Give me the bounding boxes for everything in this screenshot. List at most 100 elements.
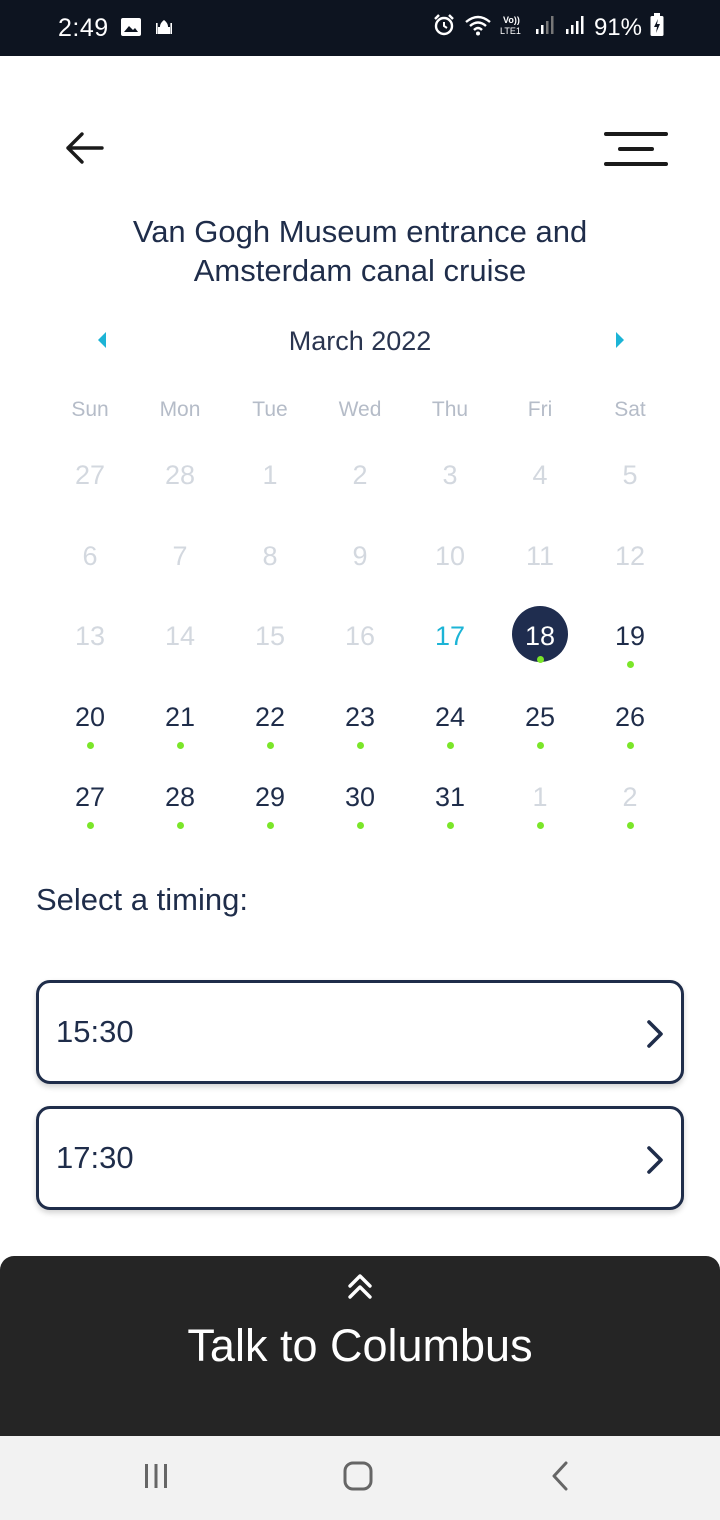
- availability-dot: [357, 822, 364, 829]
- prev-month-button[interactable]: [88, 326, 116, 358]
- wifi-icon: [464, 14, 492, 41]
- calendar-day-number: 27: [74, 460, 106, 490]
- availability-dot: [267, 741, 274, 749]
- calendar-day-number: 4: [532, 460, 548, 490]
- calendar-day-selected[interactable]: 18: [495, 599, 585, 680]
- status-time: 2:49: [58, 14, 109, 42]
- timing-option-button[interactable]: 15:30: [36, 980, 684, 1084]
- calendar-day: 6: [45, 519, 135, 600]
- calendar-day[interactable]: 19: [585, 599, 675, 680]
- calendar-day: 1: [495, 760, 585, 841]
- weekday-header: Sun Mon Tue Wed Thu Fri Sat: [45, 398, 675, 422]
- calendar-day: 14: [135, 599, 225, 680]
- chevron-right-icon: [643, 1019, 667, 1049]
- calendar-day[interactable]: 24: [405, 680, 495, 761]
- recent-apps-icon: [141, 1462, 171, 1495]
- calendar-day: 13: [45, 599, 135, 680]
- calendar-day: 3: [405, 438, 495, 519]
- menu-button[interactable]: [600, 128, 672, 172]
- calendar-day: 16: [315, 599, 405, 680]
- calendar-day-number: 28: [164, 460, 196, 490]
- calendar-day[interactable]: 30: [315, 760, 405, 841]
- calendar-day[interactable]: 31: [405, 760, 495, 841]
- calendar-day: 1: [225, 438, 315, 519]
- page-title: Van Gogh Museum entrance and Amsterdam c…: [132, 214, 588, 288]
- calendar-day[interactable]: 27: [45, 760, 135, 841]
- talk-to-columbus-label: Talk to Columbus: [187, 1320, 533, 1371]
- calendar-day-number: 3: [442, 460, 458, 490]
- calendar-day-number: 5: [622, 460, 638, 490]
- calendar-day[interactable]: 29: [225, 760, 315, 841]
- calendar-day[interactable]: 21: [135, 680, 225, 761]
- battery-percentage: 91%: [593, 13, 642, 41]
- calendar-day: 2: [315, 438, 405, 519]
- calendar-day-number: 24: [434, 701, 466, 732]
- availability-dot: [87, 741, 94, 749]
- svg-text:LTE1: LTE1: [500, 26, 521, 36]
- calendar-day[interactable]: 23: [315, 680, 405, 761]
- calendar-day[interactable]: 28: [135, 760, 225, 841]
- home-icon: [342, 1460, 374, 1497]
- status-bar: 2:49 Vo)) LTE1 91%: [0, 0, 720, 56]
- signal-icon: [564, 14, 586, 41]
- calendar-day-number: 11: [525, 540, 555, 571]
- calendar-day-number: 2: [622, 782, 638, 812]
- availability-dot: [537, 822, 544, 829]
- calendar-day[interactable]: 26: [585, 680, 675, 761]
- signal-icon: [534, 14, 556, 41]
- calendar-day-number: 25: [524, 701, 556, 732]
- timing-option-button[interactable]: 17:30: [36, 1106, 684, 1210]
- weekday-label: Thu: [431, 398, 469, 421]
- calendar-day: 12: [585, 519, 675, 600]
- calendar-day-number: 17: [434, 621, 466, 651]
- calendar-day: 11: [495, 519, 585, 600]
- back-button[interactable]: [56, 126, 112, 174]
- chevron-right-icon: [643, 1145, 667, 1175]
- battery-charging-icon: [650, 13, 664, 42]
- calendar-day-number: 1: [262, 460, 278, 490]
- calendar-day-number: 31: [434, 782, 466, 812]
- calendar-day[interactable]: 22: [225, 680, 315, 761]
- back-nav-icon: [549, 1460, 571, 1497]
- availability-dot: [627, 741, 634, 749]
- timing-option-time: 17:30: [56, 1140, 134, 1175]
- home-button[interactable]: [328, 1458, 388, 1498]
- calendar-day-number: 16: [344, 621, 376, 651]
- calendar-day[interactable]: 17: [405, 599, 495, 680]
- calendar-day[interactable]: 20: [45, 680, 135, 761]
- calendar-day: 10: [405, 519, 495, 600]
- calendar-day-number: 12: [614, 540, 646, 571]
- availability-dot: [447, 741, 454, 749]
- mosque-icon: [154, 17, 174, 42]
- calendar-day-number: 2: [352, 460, 368, 490]
- month-label: March 2022: [288, 326, 432, 356]
- calendar-day-number: 6: [82, 540, 98, 571]
- talk-to-columbus-button[interactable]: Talk to Columbus: [0, 1256, 720, 1436]
- calendar-day-number: 7: [172, 540, 188, 571]
- system-back-button[interactable]: [530, 1458, 590, 1498]
- calendar-day-number: 13: [74, 621, 106, 651]
- calendar-day-number: 23: [344, 701, 376, 732]
- caret-left-icon: [96, 331, 108, 354]
- availability-dot: [537, 741, 544, 749]
- calendar-day[interactable]: 25: [495, 680, 585, 761]
- calendar-day: 28: [135, 438, 225, 519]
- availability-dot: [627, 661, 634, 668]
- calendar-day-number: 15: [254, 621, 286, 651]
- arrow-left-icon: [62, 130, 106, 171]
- next-month-button[interactable]: [606, 326, 634, 358]
- calendar-day: 15: [225, 599, 315, 680]
- availability-dot: [537, 656, 544, 663]
- calendar-day-number: 18: [524, 621, 556, 651]
- calendar-day: 4: [495, 438, 585, 519]
- calendar-day-number: 28: [164, 782, 196, 812]
- weekday-label: Sat: [614, 398, 646, 421]
- recent-apps-button[interactable]: [126, 1458, 186, 1498]
- calendar-day-number: 10: [434, 540, 466, 571]
- calendar-header: March 2022: [0, 322, 720, 362]
- availability-dot: [177, 822, 184, 829]
- calendar-day-number: 22: [254, 701, 286, 732]
- availability-dot: [627, 822, 634, 829]
- calendar-day-number: 9: [352, 540, 368, 571]
- calendar-day-number: 26: [614, 701, 646, 732]
